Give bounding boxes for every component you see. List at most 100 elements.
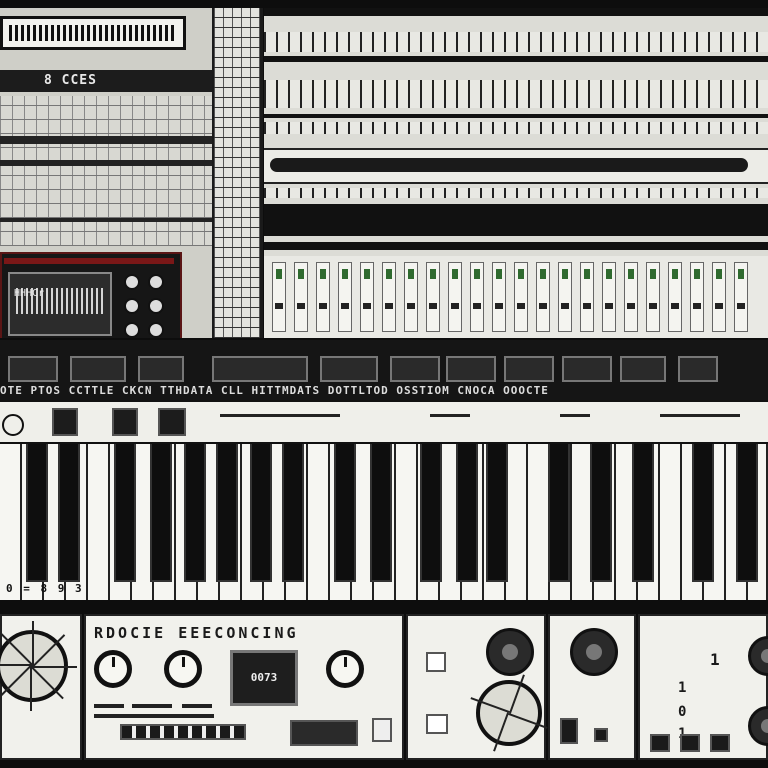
octave-button[interactable] [158,408,186,436]
select-button[interactable] [426,652,446,672]
black-key[interactable] [736,444,758,582]
black-key[interactable] [334,444,356,582]
channel-fader[interactable] [470,262,484,332]
rotary-knob[interactable] [94,650,132,688]
pan-knob[interactable] [748,706,768,746]
channel-fader[interactable] [712,262,726,332]
transport-button[interactable] [70,356,126,382]
step-grid[interactable] [0,96,212,246]
channel-fader[interactable] [272,262,286,332]
synth-knob[interactable] [148,322,164,338]
transport-button[interactable] [678,356,718,382]
synth-knob[interactable] [124,274,140,290]
timeline-ruler[interactable] [264,32,768,52]
channel-fader[interactable] [514,262,528,332]
select-button[interactable] [426,714,448,734]
synth-knob[interactable] [148,274,164,290]
channel-fader[interactable] [668,262,682,332]
transport-button[interactable] [212,356,308,382]
mini-button[interactable] [560,718,578,744]
channel-fader[interactable] [734,262,748,332]
channel-fader[interactable] [426,262,440,332]
white-key[interactable] [528,444,550,600]
transport-button[interactable] [562,356,612,382]
black-key[interactable] [692,444,714,582]
channel-fader[interactable] [360,262,374,332]
synth-screen-text: HHHCr [14,288,45,299]
master-dial[interactable] [0,621,77,711]
black-key[interactable] [150,444,172,582]
transport-button[interactable] [504,356,554,382]
channel-fader[interactable] [602,262,616,332]
white-key[interactable] [660,444,682,600]
envelope-knob[interactable] [570,628,618,676]
channel-fader[interactable] [580,262,594,332]
frequency-dial[interactable] [470,674,548,752]
toggle-switch[interactable] [372,718,392,742]
channel-fader[interactable] [338,262,352,332]
slider-slot[interactable] [94,714,214,718]
black-key[interactable] [486,444,508,582]
waveform-track[interactable] [264,204,768,236]
black-key[interactable] [114,444,136,582]
black-key[interactable] [590,444,612,582]
slider-slot[interactable] [182,704,212,708]
rotary-knob[interactable] [164,650,202,688]
track-lane[interactable] [264,188,768,198]
channel-fader[interactable] [382,262,396,332]
white-key[interactable] [506,444,528,600]
black-key[interactable] [26,444,48,582]
mini-button[interactable] [594,728,608,742]
octave-button[interactable] [112,408,138,436]
module-title: RDOCIE EEECONCING [94,624,299,642]
channel-fader[interactable] [404,262,418,332]
black-key[interactable] [456,444,478,582]
black-key[interactable] [548,444,570,582]
rotary-knob[interactable] [326,650,364,688]
channel-fader[interactable] [316,262,330,332]
black-key[interactable] [184,444,206,582]
track-lane[interactable] [264,122,768,134]
transport-button[interactable] [390,356,440,382]
synth-knob[interactable] [124,322,140,338]
white-key[interactable] [0,444,22,600]
mini-button[interactable] [650,734,670,752]
channel-fader[interactable] [624,262,638,332]
pitch-wheel-icon[interactable] [2,414,24,436]
resonance-knob[interactable] [486,628,534,676]
automation-lane[interactable] [264,148,768,184]
channel-fader[interactable] [294,262,308,332]
black-key[interactable] [282,444,304,582]
black-key[interactable] [420,444,442,582]
channel-fader[interactable] [558,262,572,332]
black-key[interactable] [250,444,272,582]
channel-fader[interactable] [536,262,550,332]
white-key[interactable] [308,444,330,600]
volume-knob[interactable] [748,636,768,676]
black-key[interactable] [632,444,654,582]
transport-button[interactable] [138,356,184,382]
octave-button[interactable] [52,408,78,436]
transport-button[interactable] [446,356,496,382]
channel-fader[interactable] [448,262,462,332]
slider-slot[interactable] [94,704,124,708]
slider-slot[interactable] [132,704,172,708]
synth-knob[interactable] [124,298,140,314]
black-key[interactable] [370,444,392,582]
mini-button[interactable] [710,734,730,752]
pad-strip[interactable] [120,724,246,740]
channel-fader[interactable] [646,262,660,332]
channel-fader[interactable] [690,262,704,332]
black-key[interactable] [216,444,238,582]
transport-button[interactable] [8,356,58,382]
synth-module: HHHCr [0,252,182,338]
transport-button[interactable] [620,356,666,382]
synth-knob[interactable] [148,298,164,314]
white-key[interactable] [88,444,110,600]
channel-fader[interactable] [492,262,506,332]
white-key[interactable] [396,444,418,600]
black-key[interactable] [58,444,80,582]
mini-button[interactable] [680,734,700,752]
transport-button[interactable] [320,356,378,382]
track-lane[interactable] [264,80,768,108]
